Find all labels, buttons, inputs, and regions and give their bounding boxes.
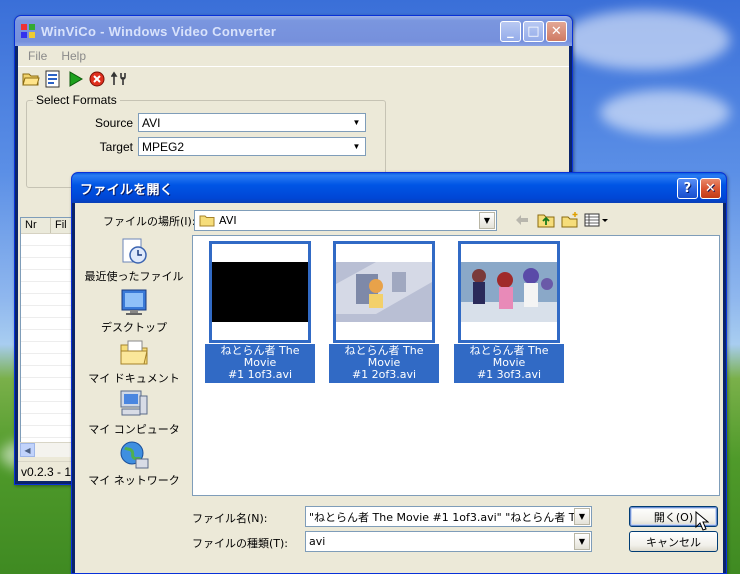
place-my-documents-label: マイ ドキュメント	[88, 372, 180, 385]
lookin-label: ファイルの場所(I):	[103, 215, 196, 228]
file-view[interactable]: ねとらん者 The Movie #1 1of3.avi ねとらん者 The Mo…	[192, 235, 720, 496]
menu-file[interactable]: File	[21, 49, 54, 63]
select-formats-label: Select Formats	[33, 93, 120, 107]
source-row: Source AVI ▼	[27, 113, 366, 132]
chevron-down-icon[interactable]: ▼	[479, 212, 495, 229]
video-thumbnail-scene-3	[461, 244, 557, 340]
dialog-title: ファイルを開く	[80, 181, 174, 197]
new-folder-icon	[561, 212, 578, 228]
dialog-titlebar[interactable]: ファイルを開く ? ✕	[72, 173, 726, 203]
minimize-button[interactable]: _	[500, 20, 521, 42]
help-button[interactable]: ?	[677, 177, 698, 199]
filename-label: ファイル名(N):	[192, 512, 268, 525]
target-value: MPEG2	[142, 139, 185, 154]
source-select[interactable]: AVI ▼	[138, 113, 366, 132]
file-name-3: ねとらん者 The Movie #1 3of3.avi	[454, 344, 564, 383]
open-file-dialog: ファイルを開く ? ✕ ファイルの場所(I): AVI ▼ 最近使ったファイル …	[71, 172, 727, 574]
target-row: Target MPEG2 ▼	[27, 137, 366, 156]
menubar: File Help	[18, 46, 569, 66]
winvico-title: WinViCo - Windows Video Converter	[41, 23, 277, 39]
recent-documents-icon	[122, 238, 147, 264]
dialog-close-button[interactable]: ✕	[700, 177, 721, 199]
version-text: v0.2.3 - 16	[21, 464, 78, 479]
place-my-documents[interactable]: マイ ドキュメント	[83, 335, 185, 386]
up-folder-icon	[537, 214, 555, 228]
place-recent-label: 最近使ったファイル	[84, 270, 184, 283]
cancel-button[interactable]: キャンセル	[629, 531, 718, 552]
file-item-2[interactable]: ねとらん者 The Movie #1 2of3.avi	[329, 241, 439, 383]
maximize-icon: □	[527, 23, 540, 39]
toolbar	[18, 66, 569, 90]
close-icon: ✕	[550, 23, 563, 39]
menu-help[interactable]: Help	[54, 49, 93, 63]
lookin-select[interactable]: AVI ▼	[194, 210, 497, 231]
play-icon	[69, 70, 83, 87]
folder-icon	[199, 215, 215, 227]
my-network-icon	[120, 441, 149, 469]
dialog-client-area: ファイルの場所(I): AVI ▼ 最近使ったファイル デスクトップ マイ ドキ…	[75, 203, 723, 573]
minimize-icon: _	[507, 23, 514, 39]
my-documents-icon	[120, 340, 148, 365]
video-thumbnail-black	[212, 244, 308, 340]
file-thumbnail-2	[333, 241, 435, 343]
lookin-value: AVI	[219, 214, 237, 227]
place-my-network[interactable]: マイ ネットワーク	[83, 437, 185, 488]
stop-icon	[89, 71, 105, 86]
filetype-select[interactable]: avi ▼	[305, 531, 592, 552]
filetype-value: avi	[309, 535, 326, 548]
file-name-2: ねとらん者 The Movie #1 2of3.avi	[329, 344, 439, 383]
chevron-down-icon[interactable]: ▼	[349, 115, 364, 130]
file-item-1[interactable]: ねとらん者 The Movie #1 1of3.avi	[205, 241, 315, 383]
place-my-network-label: マイ ネットワーク	[88, 474, 180, 487]
place-desktop-label: デスクトップ	[101, 321, 167, 334]
save-list-icon	[45, 70, 60, 87]
target-select[interactable]: MPEG2 ▼	[138, 137, 366, 156]
open-folder-button[interactable]	[20, 68, 42, 89]
maximize-button[interactable]: □	[523, 20, 544, 42]
target-label: Target	[99, 139, 133, 154]
up-folder-button[interactable]	[535, 209, 557, 231]
app-icon	[21, 24, 35, 38]
chevron-down-icon[interactable]: ▼	[574, 533, 590, 550]
chevron-down-icon[interactable]: ▼	[349, 139, 364, 154]
source-label: Source	[94, 115, 133, 130]
stop-button[interactable]	[86, 68, 108, 89]
source-value: AVI	[142, 115, 161, 130]
place-my-computer[interactable]: マイ コンピュータ	[83, 386, 185, 437]
open-folder-icon	[22, 73, 40, 85]
place-recent[interactable]: 最近使ったファイル	[83, 233, 185, 284]
file-name-1: ねとらん者 The Movie #1 1of3.avi	[205, 344, 315, 383]
my-computer-icon	[120, 390, 148, 416]
chevron-down-icon[interactable]: ▼	[574, 508, 590, 525]
view-menu-icon	[584, 213, 608, 227]
file-item-3[interactable]: ねとらん者 The Movie #1 3of3.avi	[454, 241, 564, 383]
start-button[interactable]	[64, 68, 86, 89]
dialog-toolbar	[511, 209, 609, 231]
column-header-nr[interactable]: Nr	[21, 218, 51, 233]
place-desktop[interactable]: デスクトップ	[83, 284, 185, 335]
back-button[interactable]	[511, 209, 533, 231]
filename-input[interactable]: "ねとらん者 The Movie #1 1of3.avi" "ねとらん者 The…	[305, 506, 592, 527]
close-icon: ✕	[704, 180, 717, 196]
back-arrow-icon	[516, 215, 528, 225]
help-icon: ?	[683, 180, 692, 196]
tools-icon	[111, 71, 126, 85]
settings-button[interactable]	[108, 68, 130, 89]
file-thumbnail-3	[458, 241, 560, 343]
filename-value: "ねとらん者 The Movie #1 1of3.avi" "ねとらん者 The…	[309, 510, 574, 524]
scroll-left-icon[interactable]: ◀	[20, 443, 35, 457]
desktop-icon	[121, 289, 147, 315]
file-thumbnail-1	[209, 241, 311, 343]
filetype-label: ファイルの種類(T):	[192, 537, 289, 550]
view-menu-button[interactable]	[583, 209, 609, 231]
mouse-cursor-icon	[695, 511, 709, 531]
new-folder-button[interactable]	[559, 209, 581, 231]
winvico-titlebar[interactable]: WinViCo - Windows Video Converter _ □ ✕	[15, 16, 572, 46]
save-list-button[interactable]	[42, 68, 64, 89]
video-thumbnail-scene-2	[336, 244, 432, 340]
place-my-computer-label: マイ コンピュータ	[88, 423, 180, 436]
places-bar: 最近使ったファイル デスクトップ マイ ドキュメント マイ コンピュータ マイ …	[83, 233, 185, 495]
close-button[interactable]: ✕	[546, 20, 567, 42]
